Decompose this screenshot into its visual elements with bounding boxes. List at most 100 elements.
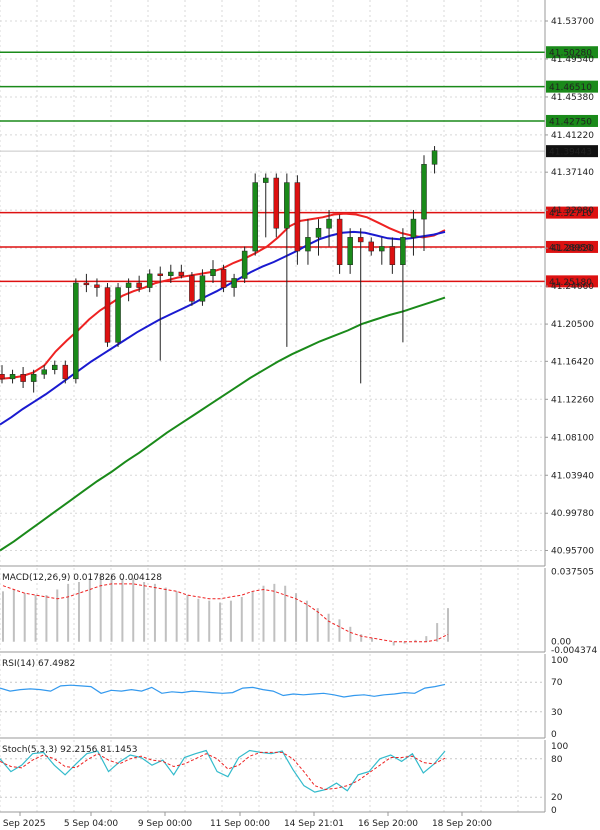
rsi-tick-label: 100 bbox=[551, 656, 568, 666]
candle-body bbox=[52, 364, 58, 370]
candle bbox=[284, 173, 290, 347]
macd-plot bbox=[2, 576, 449, 646]
rsi-axis: 100 70 30 0 bbox=[0, 654, 568, 740]
candle-body bbox=[357, 237, 364, 243]
stoch-tick-label: 0 bbox=[551, 806, 557, 816]
candle-body bbox=[0, 374, 5, 380]
candle-body bbox=[168, 271, 174, 276]
rsi-tick-label: 70 bbox=[551, 678, 563, 688]
candle bbox=[52, 360, 58, 375]
candle-body bbox=[431, 150, 438, 165]
candle-body bbox=[9, 374, 16, 380]
candle bbox=[410, 209, 417, 256]
candle-body bbox=[400, 237, 406, 265]
level-label: 41.46510 bbox=[549, 83, 592, 93]
price-tick-label: 41.32980 bbox=[551, 206, 594, 216]
candle-body bbox=[30, 374, 37, 382]
moving-averages bbox=[0, 212, 446, 552]
price-tick-label: 40.99780 bbox=[551, 509, 594, 519]
candle-body bbox=[347, 237, 353, 265]
candle bbox=[241, 246, 248, 283]
price-tick-label: 41.41220 bbox=[551, 131, 594, 141]
macd-signal-line bbox=[2, 583, 449, 643]
time-tick-label: 5 Sep 04:00 bbox=[64, 819, 119, 829]
price-tick-label: 41.20500 bbox=[551, 320, 594, 330]
candle bbox=[146, 269, 153, 293]
time-tick-label: 11 Sep 00:00 bbox=[210, 819, 270, 829]
chart-canvas: 41.5028041.4651041.4275041.3271041.28950… bbox=[0, 0, 598, 829]
candle bbox=[389, 237, 396, 274]
price-tick-label: 40.95700 bbox=[551, 546, 594, 556]
candle bbox=[305, 219, 311, 265]
stoch-label: Stoch(5,3,3) 92.2156 81.1453 bbox=[2, 745, 137, 755]
rsi-grid bbox=[0, 654, 545, 738]
time-tick-label: 14 Sep 21:01 bbox=[284, 819, 344, 829]
price-levels: 41.5028041.4651041.4275041.3271041.28950… bbox=[0, 46, 598, 288]
candle-body bbox=[104, 287, 111, 343]
candle-body bbox=[41, 369, 47, 375]
candle-body bbox=[336, 218, 343, 265]
price-tick-label: 41.37140 bbox=[551, 168, 594, 178]
candle-body bbox=[252, 182, 258, 252]
candle-body bbox=[94, 284, 100, 288]
candle bbox=[336, 214, 343, 274]
candle bbox=[431, 146, 438, 174]
candle-body bbox=[199, 275, 206, 302]
candle bbox=[189, 272, 195, 306]
candle bbox=[20, 366, 26, 388]
rsi-tick-label: 0 bbox=[551, 730, 557, 740]
candle bbox=[347, 228, 353, 274]
current-price-label: 41.39443 bbox=[549, 148, 592, 158]
price-tick-label: 41.45380 bbox=[551, 93, 594, 103]
candle-body bbox=[326, 218, 332, 229]
candle bbox=[315, 219, 322, 256]
rsi-tick-label: 30 bbox=[551, 708, 563, 718]
candle-body bbox=[136, 282, 142, 288]
candle-body bbox=[421, 164, 427, 220]
time-tick-label: 4 Sep 2025 bbox=[0, 819, 46, 829]
candle bbox=[9, 369, 16, 384]
candle bbox=[210, 260, 216, 283]
candle bbox=[231, 273, 237, 297]
price-tick-label: 41.49540 bbox=[551, 55, 594, 65]
price-tick-label: 41.16420 bbox=[551, 357, 594, 367]
rsi-label: RSI(14) 67.4982 bbox=[2, 659, 75, 669]
price-tick-label: 41.28820 bbox=[551, 244, 594, 254]
time-axis: 4 Sep 2025 5 Sep 04:00 9 Sep 00:00 11 Sep 0… bbox=[0, 812, 492, 829]
candle-body bbox=[389, 246, 396, 265]
candle bbox=[73, 278, 79, 384]
stoch-panel: Stoch(5,3,3) 92.2156 81.1453 100 80 20 0 bbox=[0, 740, 568, 816]
candle-body bbox=[125, 282, 132, 288]
stoch-tick-label: 80 bbox=[551, 755, 563, 765]
stoch-tick-label: 100 bbox=[551, 742, 568, 752]
candle bbox=[0, 365, 5, 384]
candle bbox=[104, 283, 111, 347]
macd-tick-label: -0.004374 bbox=[551, 646, 597, 656]
candle bbox=[357, 228, 364, 384]
candle-body bbox=[189, 275, 195, 302]
price-tick-label: 41.08100 bbox=[551, 433, 594, 443]
candle-body bbox=[379, 246, 385, 252]
candle-body bbox=[273, 177, 280, 229]
candle bbox=[379, 237, 385, 265]
candle-body bbox=[210, 269, 216, 276]
candle-body bbox=[231, 278, 237, 288]
candle-body bbox=[410, 218, 417, 238]
candle-body bbox=[146, 273, 153, 288]
macd-label: MACD(12,26,9) 0.017826 0.004128 bbox=[2, 573, 162, 583]
candle bbox=[263, 173, 269, 238]
level-label: 41.42750 bbox=[549, 117, 592, 127]
candle bbox=[252, 173, 258, 256]
main-panel: 41.5028041.4651041.4275041.3271041.28950… bbox=[0, 0, 598, 567]
time-tick-label: 16 Sep 20:00 bbox=[358, 819, 418, 829]
price-tick-label: 41.53700 bbox=[551, 17, 594, 27]
price-tick-label: 41.03940 bbox=[551, 471, 594, 481]
candle-body bbox=[220, 269, 227, 288]
time-tick-label: 9 Sep 00:00 bbox=[138, 819, 193, 829]
candle-body bbox=[315, 227, 322, 238]
time-tick-label: 18 Sep 20:00 bbox=[432, 819, 492, 829]
candle-body bbox=[241, 250, 248, 279]
main-grid bbox=[0, 0, 545, 566]
candle bbox=[400, 228, 406, 343]
candle-body bbox=[294, 182, 301, 252]
